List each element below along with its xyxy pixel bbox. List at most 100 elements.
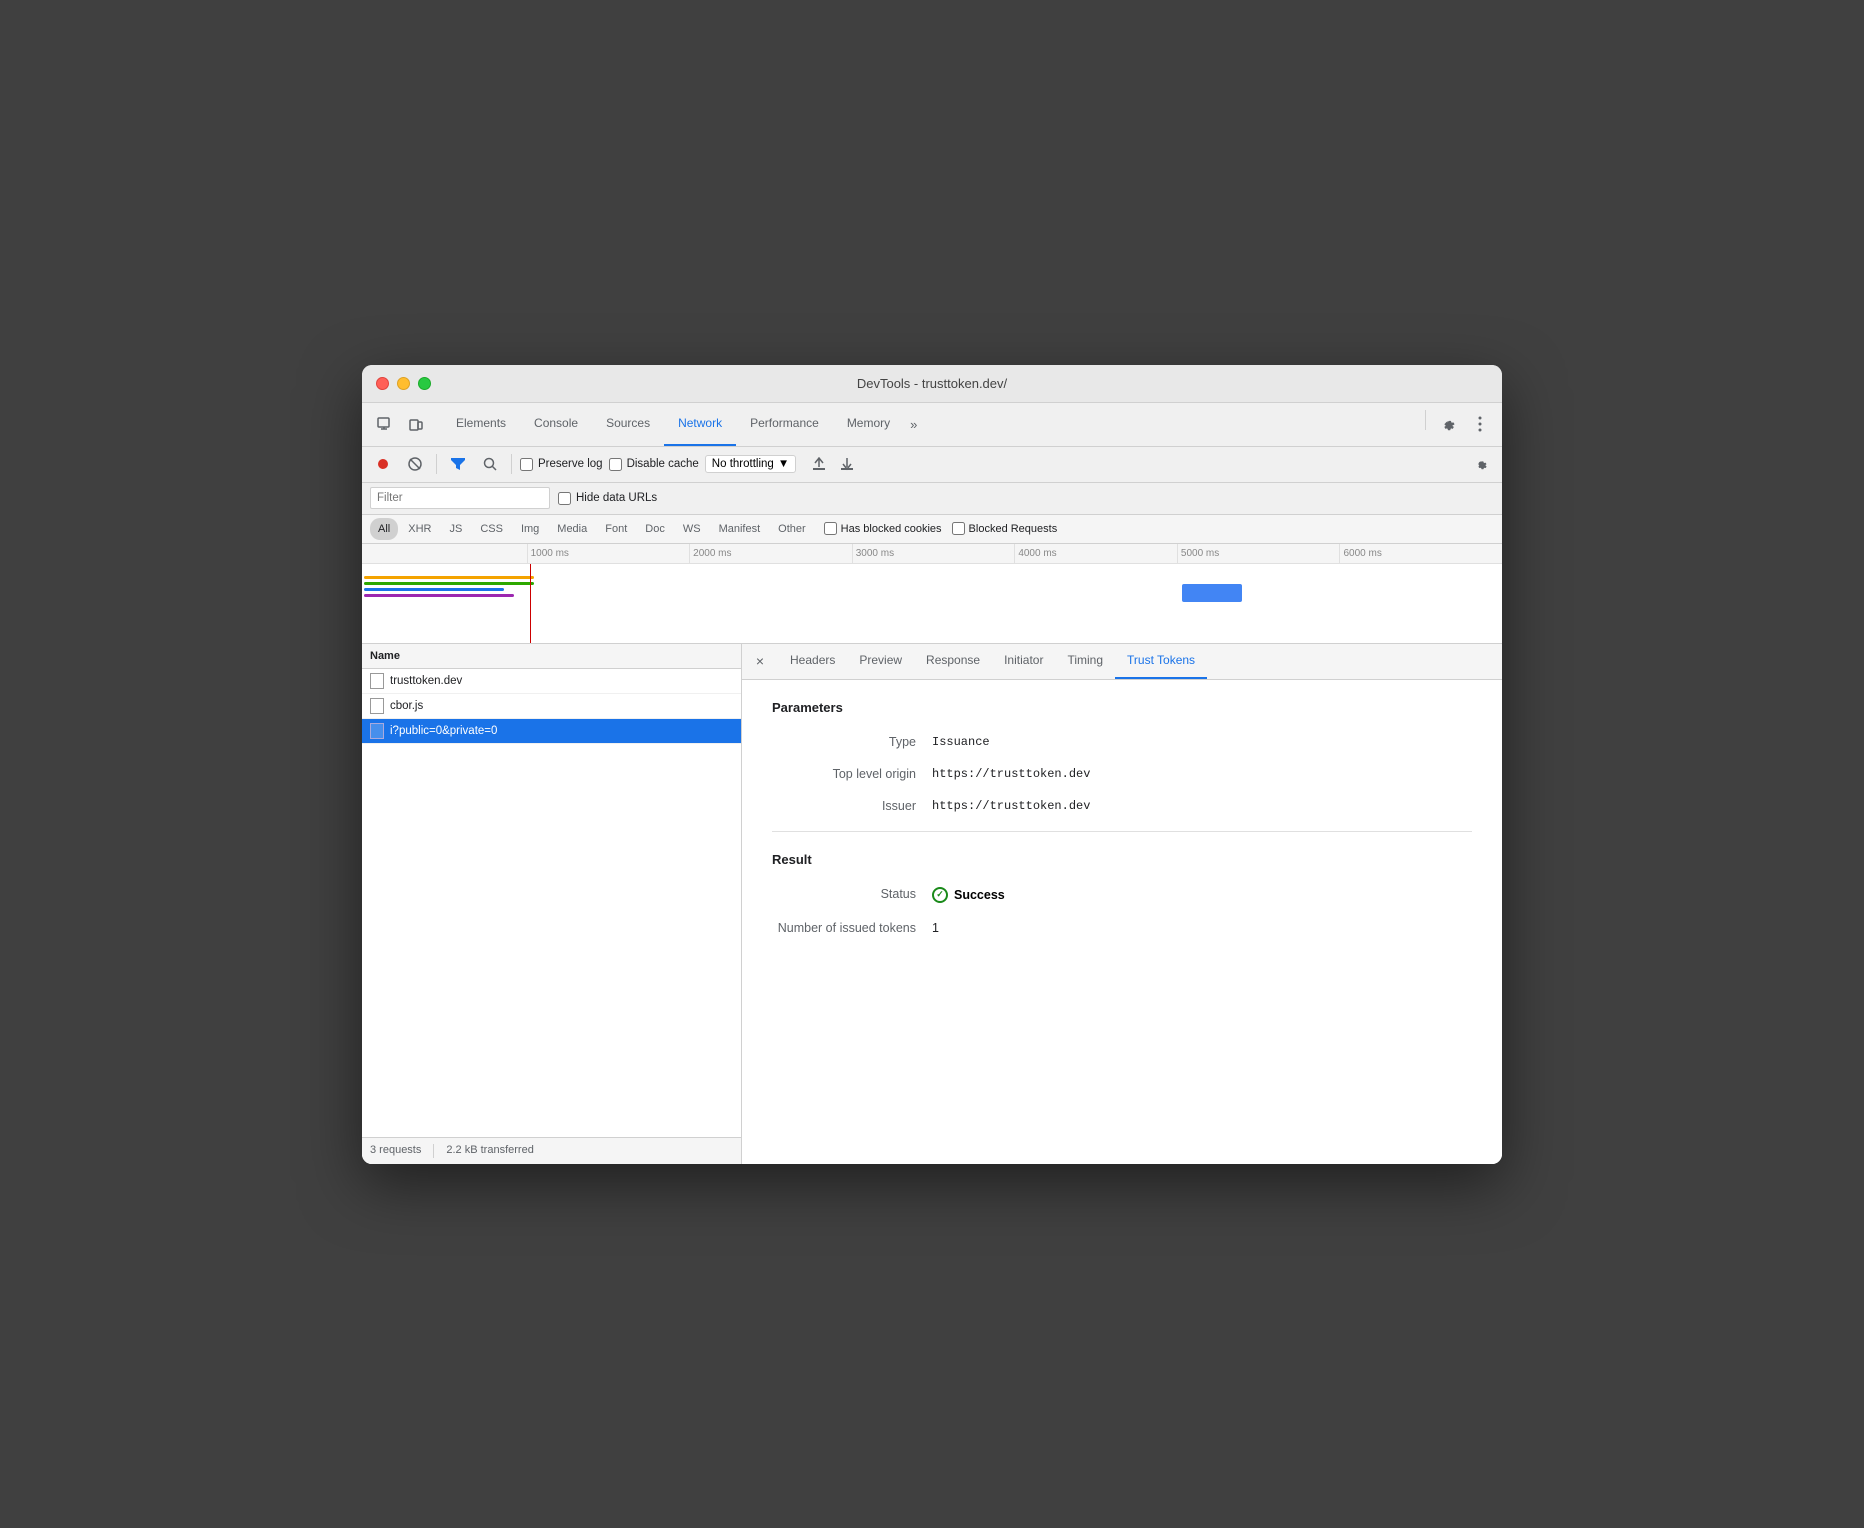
status-value: ✓ Success	[932, 887, 1005, 903]
type-btn-xhr[interactable]: XHR	[400, 518, 439, 540]
search-button[interactable]	[477, 451, 503, 477]
record-button[interactable]	[370, 451, 396, 477]
requests-count: 3 requests	[370, 1144, 421, 1158]
tokens-row: Number of issued tokens 1	[772, 921, 1472, 935]
transferred-size: 2.2 kB transferred	[446, 1144, 533, 1158]
toolbar-divider-2	[511, 454, 512, 474]
timeline-mark-2: 2000 ms	[689, 544, 852, 563]
timeline-bar-request	[1182, 584, 1242, 602]
timeline-mark-3: 3000 ms	[852, 544, 1015, 563]
detail-tab-trust-tokens[interactable]: Trust Tokens	[1115, 643, 1207, 679]
network-toolbar: Preserve log Disable cache No throttling…	[362, 447, 1502, 483]
more-options-button[interactable]	[1466, 410, 1494, 438]
type-btn-other[interactable]: Other	[770, 518, 814, 540]
window-title: DevTools - trusttoken.dev/	[857, 376, 1007, 391]
timeline-mark-4: 4000 ms	[1014, 544, 1177, 563]
type-label: Type	[772, 735, 932, 749]
requests-spacer	[362, 744, 741, 1137]
has-blocked-cookies-checkbox[interactable]	[824, 522, 837, 535]
tab-performance[interactable]: Performance	[736, 402, 833, 446]
requests-header: Name	[362, 644, 741, 669]
preserve-log-label[interactable]: Preserve log	[520, 458, 603, 471]
inspect-icon-button[interactable]	[370, 410, 398, 438]
request-item-cbor[interactable]: cbor.js	[362, 694, 741, 719]
tab-elements[interactable]: Elements	[442, 402, 520, 446]
throttle-select[interactable]: No throttling ▼	[705, 455, 796, 473]
type-btn-css[interactable]: CSS	[472, 518, 511, 540]
type-btn-font[interactable]: Font	[597, 518, 635, 540]
hide-data-urls-label[interactable]: Hide data URLs	[558, 492, 657, 505]
file-icon-issuance	[370, 723, 384, 739]
type-btn-ws[interactable]: WS	[675, 518, 709, 540]
tab-memory[interactable]: Memory	[833, 402, 904, 446]
maximize-button[interactable]	[418, 377, 431, 390]
section-divider	[772, 831, 1472, 832]
import-har-button[interactable]	[806, 451, 832, 477]
timeline-bar-blue	[364, 588, 504, 591]
detail-tabs: × Headers Preview Response Initiator Tim…	[742, 644, 1502, 680]
settings-icon-button[interactable]	[1434, 410, 1462, 438]
minimize-button[interactable]	[397, 377, 410, 390]
export-har-button[interactable]	[834, 451, 860, 477]
clear-button[interactable]	[402, 451, 428, 477]
detail-tab-preview[interactable]: Preview	[847, 643, 914, 679]
request-item-trusttoken[interactable]: trusttoken.dev	[362, 669, 741, 694]
toolbar-divider-1	[436, 454, 437, 474]
blocked-requests-checkbox[interactable]	[952, 522, 965, 535]
preserve-log-checkbox[interactable]	[520, 458, 533, 471]
status-label: Status	[772, 887, 932, 901]
detail-close-button[interactable]: ×	[750, 651, 770, 671]
timeline-content	[362, 564, 1502, 644]
result-title: Result	[772, 852, 1472, 867]
type-btn-manifest[interactable]: Manifest	[711, 518, 769, 540]
disable-cache-checkbox[interactable]	[609, 458, 622, 471]
timeline-bar-green	[364, 582, 534, 585]
type-btn-all[interactable]: All	[370, 518, 398, 540]
timeline-ruler: 1000 ms 2000 ms 3000 ms 4000 ms 5000 ms …	[362, 544, 1502, 564]
timeline: 1000 ms 2000 ms 3000 ms 4000 ms 5000 ms …	[362, 544, 1502, 644]
type-btn-doc[interactable]: Doc	[637, 518, 673, 540]
timeline-mark-5: 5000 ms	[1177, 544, 1340, 563]
devtools-window: DevTools - trusttoken.dev/	[362, 365, 1502, 1164]
top-level-origin-label: Top level origin	[772, 767, 932, 781]
timeline-bar-orange	[364, 576, 534, 579]
tab-network[interactable]: Network	[664, 402, 736, 446]
type-btn-js[interactable]: JS	[441, 518, 470, 540]
main-area: Name trusttoken.dev cbor.js i?public=0&p…	[362, 644, 1502, 1164]
has-blocked-cookies-label[interactable]: Has blocked cookies	[824, 522, 942, 535]
filter-input[interactable]	[370, 487, 550, 509]
top-level-origin-value: https://trusttoken.dev	[932, 767, 1090, 781]
detail-tab-initiator[interactable]: Initiator	[992, 643, 1055, 679]
type-value: Issuance	[932, 735, 990, 749]
issuer-label: Issuer	[772, 799, 932, 813]
detail-tab-timing[interactable]: Timing	[1055, 643, 1115, 679]
tab-console[interactable]: Console	[520, 402, 592, 446]
chevron-down-icon: ▼	[778, 458, 789, 470]
nav-right-icons	[1421, 410, 1494, 438]
status-row: Status ✓ Success	[772, 887, 1472, 903]
close-button[interactable]	[376, 377, 389, 390]
tab-sources[interactable]: Sources	[592, 402, 664, 446]
requests-panel: Name trusttoken.dev cbor.js i?public=0&p…	[362, 644, 742, 1164]
tokens-value: 1	[932, 921, 939, 935]
nav-tabs-bar: Elements Console Sources Network Perform…	[362, 403, 1502, 447]
detail-tab-headers[interactable]: Headers	[778, 643, 847, 679]
hide-data-urls-checkbox[interactable]	[558, 492, 571, 505]
detail-panel: × Headers Preview Response Initiator Tim…	[742, 644, 1502, 1164]
blocked-requests-label[interactable]: Blocked Requests	[952, 522, 1058, 535]
device-toolbar-button[interactable]	[402, 410, 430, 438]
parameters-title: Parameters	[772, 700, 1472, 715]
request-item-issuance[interactable]: i?public=0&private=0	[362, 719, 741, 744]
more-tabs-button[interactable]: »	[904, 417, 923, 432]
type-btn-media[interactable]: Media	[549, 518, 595, 540]
requests-footer: 3 requests 2.2 kB transferred	[362, 1137, 741, 1164]
network-settings-button[interactable]	[1468, 451, 1494, 477]
filter-bar: Hide data URLs	[362, 483, 1502, 515]
detail-tab-response[interactable]: Response	[914, 643, 992, 679]
filter-icon-button[interactable]	[445, 451, 471, 477]
disable-cache-label[interactable]: Disable cache	[609, 458, 699, 471]
timeline-vline	[530, 564, 531, 644]
success-icon: ✓	[932, 887, 948, 903]
type-btn-img[interactable]: Img	[513, 518, 547, 540]
type-row: Type Issuance	[772, 735, 1472, 749]
